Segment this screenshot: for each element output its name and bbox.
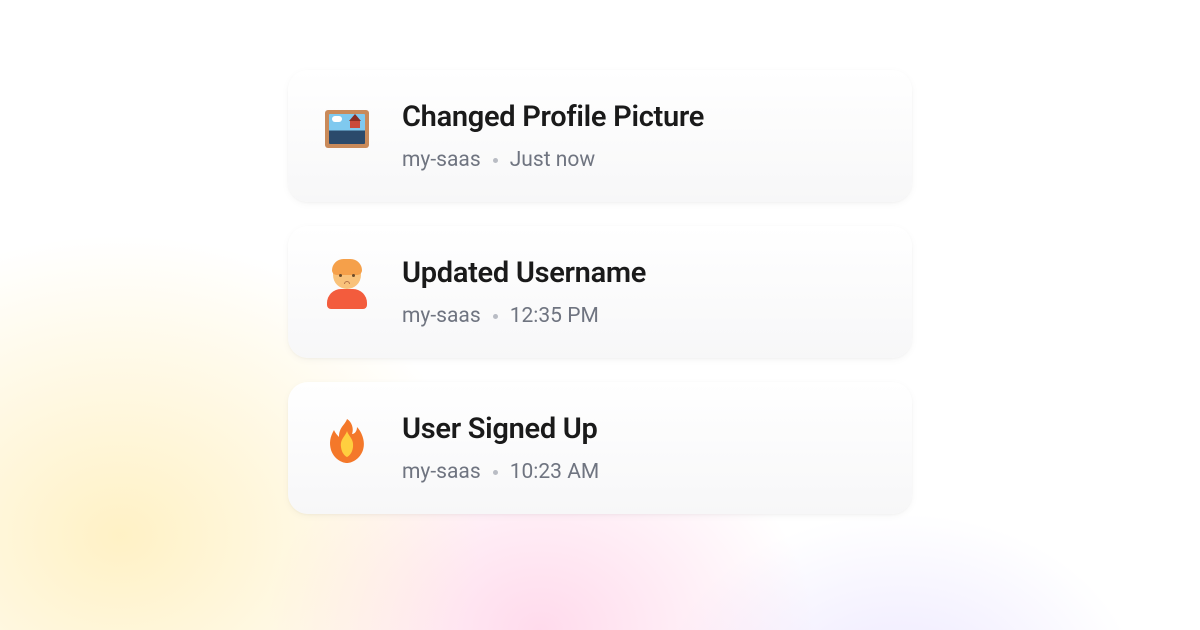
activity-card-body: Updated Username my-saas 12:35 PM — [402, 256, 878, 328]
activity-time: Just now — [510, 148, 595, 172]
activity-time: 12:35 PM — [510, 304, 599, 328]
activity-project: my-saas — [402, 460, 481, 484]
separator-dot-icon — [493, 470, 498, 475]
activity-title: User Signed Up — [402, 412, 878, 446]
activity-time: 10:23 AM — [510, 460, 600, 484]
framed-picture-icon — [322, 104, 372, 154]
activity-meta: my-saas 12:35 PM — [402, 304, 878, 328]
activity-card-body: User Signed Up my-saas 10:23 AM — [402, 412, 878, 484]
person-frowning-icon — [322, 260, 372, 310]
activity-card-body: Changed Profile Picture my-saas Just now — [402, 100, 878, 172]
activity-project: my-saas — [402, 148, 481, 172]
activity-title: Updated Username — [402, 256, 878, 290]
separator-dot-icon — [493, 158, 498, 163]
separator-dot-icon — [493, 314, 498, 319]
activity-feed: Changed Profile Picture my-saas Just now… — [288, 70, 912, 514]
activity-card[interactable]: Changed Profile Picture my-saas Just now — [288, 70, 912, 202]
activity-card[interactable]: User Signed Up my-saas 10:23 AM — [288, 382, 912, 514]
activity-meta: my-saas Just now — [402, 148, 878, 172]
activity-title: Changed Profile Picture — [402, 100, 878, 134]
fire-icon — [322, 416, 372, 466]
activity-project: my-saas — [402, 304, 481, 328]
activity-meta: my-saas 10:23 AM — [402, 460, 878, 484]
activity-card[interactable]: Updated Username my-saas 12:35 PM — [288, 226, 912, 358]
